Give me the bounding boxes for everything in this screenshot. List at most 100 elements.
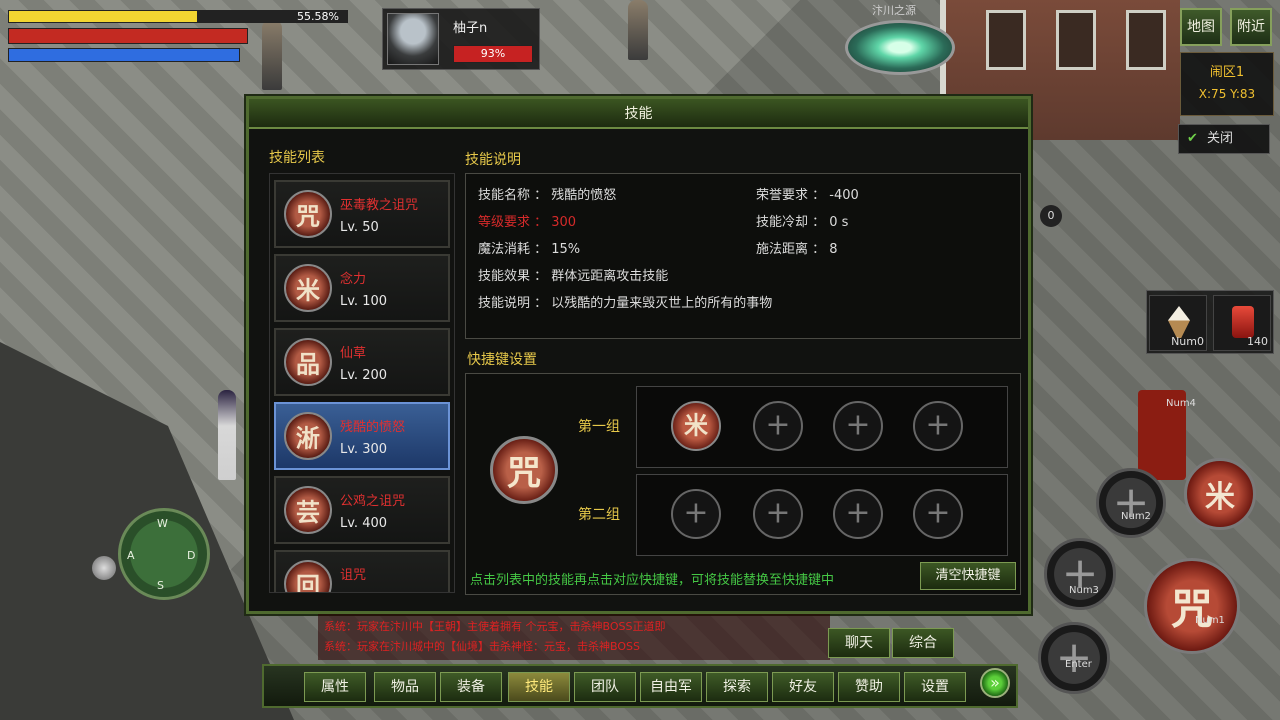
skill-icon: 芸 (284, 486, 332, 534)
hotkey-slot-empty[interactable]: + (753, 401, 803, 451)
hotkey-slot-empty[interactable]: + (671, 489, 721, 539)
skill-name: 残酷的愤怒 (340, 420, 406, 435)
skill-level: Lv. 300 (340, 442, 388, 457)
num2-button[interactable]: + Num2 (1096, 468, 1166, 538)
joystick-a: A (127, 549, 135, 562)
building-window (1126, 10, 1166, 70)
exp-bar-fill (9, 11, 197, 22)
skill-level: Lv. 400 (340, 516, 388, 531)
target-portrait (387, 13, 439, 65)
skill-item[interactable]: 回 诅咒 (274, 550, 450, 592)
hotkey-slot-empty[interactable]: + (913, 401, 963, 451)
clear-hotkeys-button[interactable]: 清空快捷键 (920, 562, 1016, 590)
skill-level: Lv. 200 (340, 368, 388, 383)
skill-name: 念力 (340, 272, 367, 287)
menu-settings[interactable]: 设置 (904, 672, 966, 702)
zone-info: 闹区1 X:75 Y:83 (1180, 52, 1274, 116)
menu-items[interactable]: 物品 (374, 672, 436, 702)
skill-icon: 咒 (284, 190, 332, 238)
enter-button[interactable]: + Enter (1038, 622, 1110, 694)
player-character[interactable] (218, 390, 236, 480)
map-button[interactable]: 地图 (1180, 8, 1222, 46)
joystick-w: W (157, 517, 168, 530)
skill-glyph: 咒 (507, 453, 541, 494)
hotkey-group-2: + + + + (636, 474, 1008, 556)
menu-explore[interactable]: 探索 (706, 672, 768, 702)
chat-line: 系统：玩家在汴川中【王朝】主使着拥有 个元宝，击杀神BOSS正道即 (324, 620, 666, 633)
joystick-d: D (187, 549, 196, 562)
skill-glyph: 咒 (1170, 584, 1214, 634)
num4-label: Num4 (1166, 398, 1196, 409)
target-name: 柚子n (453, 21, 488, 36)
item-slot-potion[interactable]: 140 (1213, 295, 1271, 351)
skill-glyph: 米 (1205, 480, 1235, 515)
plus-icon: + (925, 495, 951, 531)
skill-glyph: 淅 (296, 424, 320, 453)
menu-skills[interactable]: 技能 (508, 672, 570, 702)
selected-skill-icon[interactable]: 咒 (490, 436, 558, 504)
enter-label: Enter (1065, 659, 1092, 670)
expand-menu-icon[interactable]: » (980, 668, 1010, 698)
counter-badge[interactable]: 0 (1040, 205, 1062, 227)
joystick-s: S (157, 579, 164, 592)
skill-name: 仙草 (340, 346, 367, 361)
plus-icon: + (845, 495, 871, 531)
skill-icon: 淅 (284, 412, 332, 460)
hotkey-slot-empty[interactable]: + (833, 401, 883, 451)
hotkey-slot-empty[interactable]: + (913, 489, 963, 539)
group2-label: 第二组 (578, 507, 620, 523)
menu-equipment[interactable]: 装备 (440, 672, 502, 702)
skill-glyph: 咒 (296, 202, 320, 231)
hotkey-slot-empty[interactable]: + (833, 489, 883, 539)
skill-item[interactable]: 咒 巫毒教之诅咒 Lv. 50 (274, 180, 450, 248)
hotkey-group-1: 米 + + + (636, 386, 1008, 468)
menu-friends[interactable]: 好友 (772, 672, 834, 702)
close-toggle[interactable]: ✔ 关闭 (1178, 124, 1270, 154)
skill-detail-range: 施法距离 ： 8 (756, 242, 838, 257)
skill-list[interactable]: 咒 巫毒教之诅咒 Lv. 50 米 念力 Lv. 100 品 仙草 Lv. 20… (269, 173, 455, 593)
skill-level: Lv. 50 (340, 220, 379, 235)
check-icon: ✔ (1187, 131, 1198, 146)
joystick[interactable]: W A D S (118, 508, 210, 600)
general-chat-button[interactable]: 综合 (892, 628, 954, 658)
item-slot-num0[interactable]: Num0 (1149, 295, 1207, 351)
joystick-knob[interactable] (92, 556, 116, 580)
skill-item-selected[interactable]: 淅 残酷的愤怒 Lv. 300 (274, 402, 450, 470)
panel-title: 技能 (249, 99, 1028, 129)
skill-item[interactable]: 芸 公鸡之诅咒 Lv. 400 (274, 476, 450, 544)
chat-log[interactable]: 系统：玩家在汴川中【王朝】主使着拥有 个元宝，击杀神BOSS正道即 系统：玩家在… (318, 614, 830, 660)
num2-label: Num2 (1121, 511, 1151, 522)
skill-icon: 回 (284, 560, 332, 592)
num3-label: Num3 (1069, 585, 1099, 596)
skill-glyph: 米 (296, 276, 320, 305)
menu-attributes[interactable]: 属性 (304, 672, 366, 702)
close-toggle-label: 关闭 (1207, 131, 1234, 146)
quick-items: Num0 140 (1146, 290, 1274, 354)
hotkey-slot-filled[interactable]: 米 (671, 401, 721, 451)
skill-item[interactable]: 品 仙草 Lv. 200 (274, 328, 450, 396)
hotkey-settings-label: 快捷键设置 (467, 352, 537, 368)
npc-character[interactable] (628, 0, 648, 60)
skill-detail-effect: 技能效果 ： 群体远距离攻击技能 (478, 269, 669, 284)
plus-icon: + (925, 407, 951, 443)
num4-skill-button[interactable]: 米 (1184, 458, 1256, 530)
menu-free-army[interactable]: 自由军 (640, 672, 702, 702)
hp-bar (8, 28, 248, 44)
menu-team[interactable]: 团队 (574, 672, 636, 702)
item-label: Num0 (1171, 335, 1204, 348)
hotkey-slot-empty[interactable]: + (753, 489, 803, 539)
nearby-button[interactable]: 附近 (1230, 8, 1272, 46)
skill-panel: 技能 技能列表 技能说明 咒 巫毒教之诅咒 Lv. 50 米 念力 Lv. 10… (246, 96, 1031, 614)
skill-detail-name: 技能名称 ： 残酷的愤怒 (478, 188, 617, 203)
skill-name: 诅咒 (340, 568, 367, 583)
building-window (1056, 10, 1096, 70)
menu-sponsor[interactable]: 赞助 (838, 672, 900, 702)
skill-detail-mana: 魔法消耗 ： 15% (478, 242, 581, 257)
target-frame[interactable]: 柚子n 93% (382, 8, 540, 70)
skill-item[interactable]: 米 念力 Lv. 100 (274, 254, 450, 322)
skill-description-box: 技能名称 ： 残酷的愤怒 荣誉要求 ： -400 等级要求 ： 300 技能冷却… (465, 173, 1021, 339)
num3-button[interactable]: + Num3 (1044, 538, 1116, 610)
num1-skill-button[interactable]: 咒 Num1 (1144, 558, 1240, 654)
portal[interactable] (845, 20, 955, 75)
chat-button[interactable]: 聊天 (828, 628, 890, 658)
